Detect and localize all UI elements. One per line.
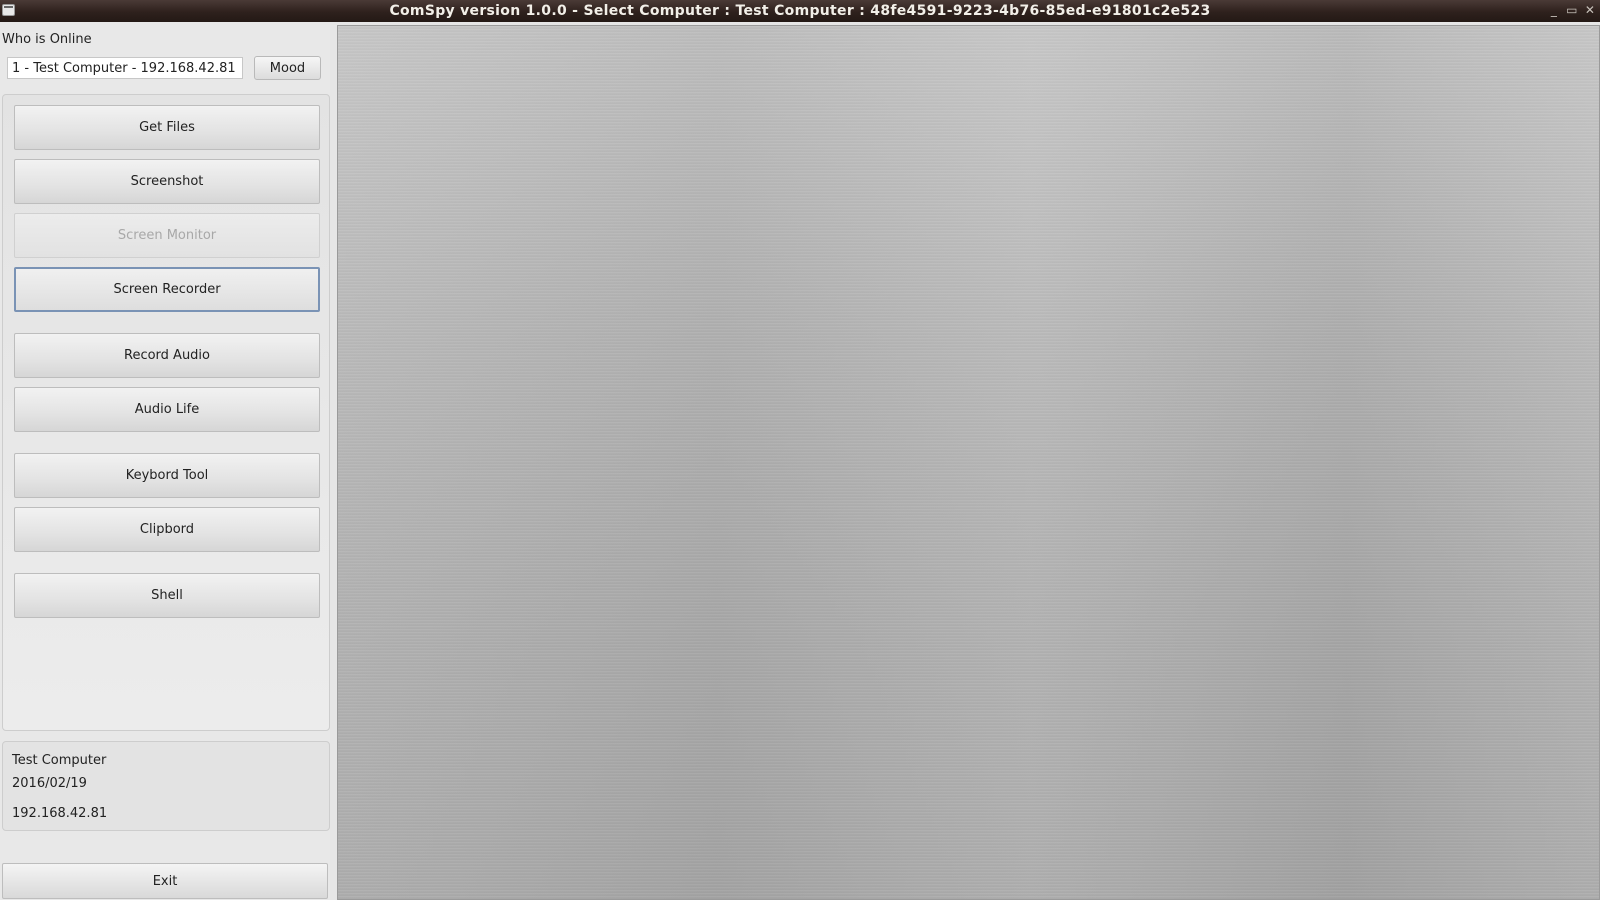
keybord-tool-button[interactable]: Keybord Tool [14, 453, 320, 498]
close-icon[interactable]: ✕ [1584, 2, 1596, 18]
computer-name: Test Computer [12, 753, 107, 768]
get-files-button[interactable]: Get Files [14, 105, 320, 150]
window-controls: _ ▭ ✕ [1548, 2, 1596, 18]
main-display-area [337, 25, 1600, 900]
computer-select-field[interactable]: 1 - Test Computer - 192.168.42.81 [7, 57, 243, 79]
actions-panel: Get Files Screenshot Screen Monitor Scre… [2, 94, 330, 731]
shell-button[interactable]: Shell [14, 573, 320, 618]
screenshot-button[interactable]: Screenshot [14, 159, 320, 204]
computer-date: 2016/02/19 [12, 776, 87, 791]
window-title: ComSpy version 1.0.0 - Select Computer :… [389, 3, 1211, 19]
screen-recorder-button[interactable]: Screen Recorder [14, 267, 320, 312]
computer-ip: 192.168.42.81 [12, 806, 108, 821]
audio-life-button[interactable]: Audio Life [14, 387, 320, 432]
left-panel: Who is Online 1 - Test Computer - 192.16… [0, 22, 330, 900]
mood-button[interactable]: Mood [254, 56, 321, 80]
who-is-online-label: Who is Online [2, 32, 92, 47]
record-audio-button[interactable]: Record Audio [14, 333, 320, 378]
minimize-icon[interactable]: _ [1548, 2, 1560, 18]
restore-icon[interactable]: ▭ [1566, 2, 1578, 18]
exit-button[interactable]: Exit [2, 863, 328, 899]
screen-monitor-button[interactable]: Screen Monitor [14, 213, 320, 258]
title-bar: ComSpy version 1.0.0 - Select Computer :… [0, 0, 1600, 22]
clipbord-button[interactable]: Clipbord [14, 507, 320, 552]
app-icon[interactable] [2, 4, 15, 16]
computer-info-panel: Test Computer 2016/02/19 192.168.42.81 [2, 741, 330, 831]
